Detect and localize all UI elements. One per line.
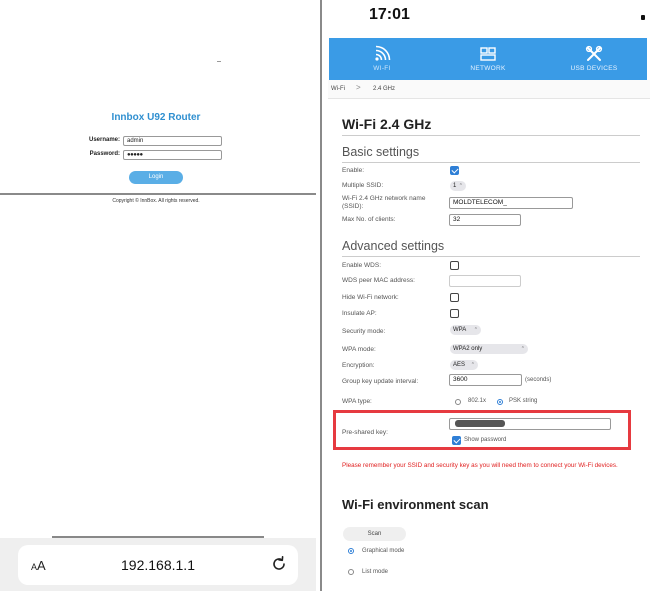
security-mode-label: Security mode: <box>342 328 386 335</box>
group-key-label: Group key update interval: <box>342 378 419 385</box>
multiple-ssid-select[interactable]: 1 ⌃ <box>450 181 466 191</box>
username-label: Username: <box>88 137 120 143</box>
wds-mac-input[interactable] <box>449 275 521 287</box>
scan-title: Wi-Fi environment scan <box>342 497 489 512</box>
wpa-type-psk-label: PSK string <box>509 398 538 404</box>
router-login-screen: Innbox U92 Router Username: admin Passwo… <box>0 0 316 591</box>
enable-wds-checkbox[interactable] <box>450 261 459 270</box>
insulate-ap-checkbox[interactable] <box>450 309 459 318</box>
wpa-mode-label: WPA mode: <box>342 346 376 353</box>
ssid-label: Wi-Fi 2.4 GHz network name (SSID): <box>342 195 426 210</box>
tab-network[interactable]: NETWORK <box>435 38 541 80</box>
show-password-label: Show password <box>464 437 507 443</box>
breadcrumb-root[interactable]: Wi-Fi <box>331 86 345 92</box>
list-mode-radio[interactable] <box>348 569 354 575</box>
graphical-mode-label: Graphical mode <box>362 548 405 554</box>
basic-settings-title: Basic settings <box>342 145 420 159</box>
encryption-select[interactable]: AES ⌃ <box>450 360 478 370</box>
hide-wifi-checkbox[interactable] <box>450 293 459 302</box>
breadcrumb-current: 2.4 GHz <box>373 86 396 92</box>
horizontal-divider <box>0 193 316 195</box>
wifi-icon <box>375 45 391 61</box>
status-bar-clock: 17:01 <box>369 6 410 23</box>
enable-checkbox[interactable] <box>450 166 459 175</box>
ssid-input[interactable]: MOLDTELECOM_ <box>449 197 573 209</box>
redaction-mark <box>455 420 505 427</box>
page-title: Wi-Fi 2.4 GHz <box>342 116 432 132</box>
show-password-checkbox[interactable] <box>452 436 461 445</box>
hide-wifi-label: Hide Wi-Fi network: <box>342 294 399 301</box>
wpa-type-8021x-radio[interactable] <box>455 399 461 405</box>
chevron-updown-icon: ⌃ <box>520 346 525 352</box>
psk-label: Pre-shared key: <box>342 429 388 436</box>
tab-network-label: NETWORK <box>470 65 506 72</box>
network-icon <box>480 47 496 61</box>
chevron-updown-icon: ⌃ <box>470 362 475 368</box>
tab-usb-label: USB DEVICES <box>570 65 618 72</box>
password-field[interactable]: ●●●●● <box>123 150 222 160</box>
seconds-unit: (seconds) <box>525 377 552 383</box>
breadcrumb-separator-icon: > <box>356 83 361 92</box>
tab-wifi-label: WI-FI <box>373 65 391 72</box>
copyright-text: Copyright © InnBox. All rights reserved. <box>112 198 200 204</box>
wpa-mode-select[interactable]: WPA2 only ⌃ <box>450 344 528 354</box>
warning-text: Please remember your SSID and security k… <box>342 462 618 469</box>
list-mode-label: List mode <box>362 569 389 575</box>
graphical-mode-radio[interactable] <box>348 548 354 554</box>
wpa-type-label: WPA type: <box>342 398 372 405</box>
reload-icon[interactable] <box>270 555 288 573</box>
wifi-settings-screen: 17:01 WI-FI NETWORK USB DEVICES Wi-Fi > … <box>328 0 650 591</box>
wpa-type-8021x-label: 802.1x <box>468 398 487 404</box>
chevron-updown-icon: ⌃ <box>473 327 478 333</box>
tools-icon <box>585 45 603 61</box>
enable-wds-label: Enable WDS: <box>342 262 382 269</box>
max-clients-input[interactable]: 32 <box>449 214 521 226</box>
password-label: Password: <box>89 151 120 157</box>
chevron-updown-icon: ⌃ <box>458 183 463 189</box>
decorative-mark <box>217 61 221 62</box>
username-field[interactable]: admin <box>123 136 222 146</box>
breadcrumb: Wi-Fi > 2.4 GHz <box>328 80 650 99</box>
status-indicator <box>641 15 645 20</box>
encryption-label: Encryption: <box>342 362 375 369</box>
wds-mac-label: WDS peer MAC address: <box>342 277 415 284</box>
router-title: Innbox U92 Router <box>111 112 201 123</box>
tab-usb-devices[interactable]: USB DEVICES <box>541 38 647 80</box>
insulate-ap-label: Insulate AP: <box>342 310 377 317</box>
wpa-type-psk-radio[interactable] <box>497 399 503 405</box>
group-key-input[interactable]: 3600 <box>449 374 522 386</box>
section-divider <box>342 256 640 257</box>
url-text[interactable]: 192.168.1.1 <box>18 557 298 573</box>
scan-button[interactable]: Scan <box>343 527 406 541</box>
section-divider <box>342 162 640 163</box>
tab-wifi[interactable]: WI-FI <box>329 38 435 80</box>
browser-address-bar[interactable]: AA 192.168.1.1 <box>18 545 298 585</box>
enable-label: Enable: <box>342 167 365 174</box>
advanced-settings-title: Advanced settings <box>342 239 445 253</box>
login-button[interactable]: Login <box>129 171 183 184</box>
max-clients-label: Max No. of clients: <box>342 216 396 223</box>
top-nav-bar: WI-FI NETWORK USB DEVICES <box>329 38 647 80</box>
multiple-ssid-label: Multiple SSID: <box>342 182 384 189</box>
security-mode-select[interactable]: WPA ⌃ <box>450 325 481 335</box>
title-divider <box>342 135 640 136</box>
